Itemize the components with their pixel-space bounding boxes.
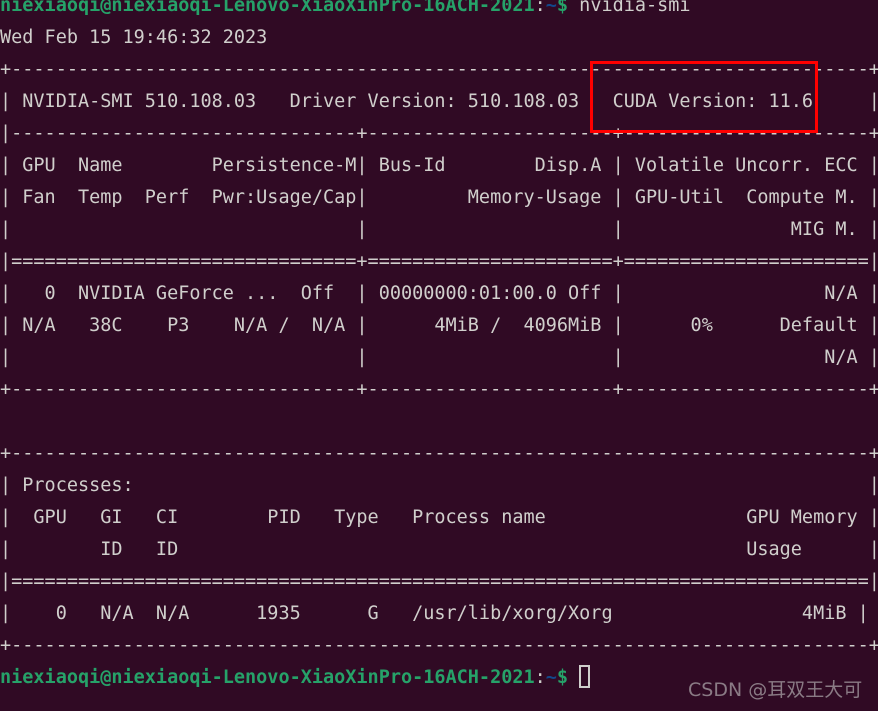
prompt-user-host: niexiaoqi@niexiaoqi-Lenovo-XiaoXinPro-16… (0, 0, 535, 16)
prompt-separator: : (534, 667, 546, 688)
terminal-output-line: |-------------------------------+-------… (0, 118, 878, 150)
output-text: | ID ID Usage | (0, 539, 878, 560)
terminal-prompt-line: niexiaoqi@niexiaoqi-Lenovo-XiaoXinPro-16… (0, 0, 878, 22)
terminal-output-line: +---------------------------------------… (0, 54, 878, 86)
prompt-user-host: niexiaoqi@niexiaoqi-Lenovo-XiaoXinPro-16… (0, 667, 535, 688)
terminal-output-line: | N/A 38C P3 N/A / N/A | 4MiB / 4096MiB … (0, 310, 878, 342)
output-text: |=======================================… (0, 571, 878, 592)
csdn-watermark: CSDN @耳双王大可 (688, 679, 863, 701)
prompt-separator: : (534, 0, 546, 16)
prompt-path: ~ (545, 0, 557, 16)
output-text: | 0 NVIDIA GeForce ... Off | 00000000:01… (0, 283, 878, 304)
output-text: | | | N/A | (0, 347, 878, 368)
terminal-output-line: +---------------------------------------… (0, 438, 878, 470)
terminal-output-line: +-------------------------------+-------… (0, 374, 878, 406)
terminal-output-line: | GPU GI CI PID Type Process name GPU Me… (0, 502, 878, 534)
terminal-output-line: | NVIDIA-SMI 510.108.03 Driver Version: … (0, 86, 878, 118)
output-text: | | | MIG M. | (0, 219, 878, 240)
terminal-output-line: | ID ID Usage | (0, 534, 878, 566)
terminal-output-line: | 0 NVIDIA GeForce ... Off | 00000000:01… (0, 278, 878, 310)
output-text: Wed Feb 15 19:46:32 2023 (0, 27, 268, 48)
output-text: | 0 N/A N/A 1935 G /usr/lib/xorg/Xorg 4M… (0, 603, 869, 624)
output-text: |===============================+=======… (0, 251, 878, 272)
terminal-output-line: |=======================================… (0, 566, 878, 598)
terminal-output-line: | GPU Name Persistence-M| Bus-Id Disp.A … (0, 150, 878, 182)
terminal-output-line: |===============================+=======… (0, 246, 878, 278)
terminal-window[interactable]: niexiaoqi@niexiaoqi-Lenovo-XiaoXinPro-16… (0, 0, 878, 711)
output-text: +-------------------------------+-------… (0, 379, 878, 400)
output-text: | N/A 38C P3 N/A / N/A | 4MiB / 4096MiB … (0, 315, 878, 336)
output-text: | GPU GI CI PID Type Process name GPU Me… (0, 507, 878, 528)
output-text: | Fan Temp Perf Pwr:Usage/Cap| Memory-Us… (0, 187, 878, 208)
terminal-output-line: | Fan Temp Perf Pwr:Usage/Cap| Memory-Us… (0, 182, 878, 214)
terminal-output-line: +---------------------------------------… (0, 630, 878, 662)
terminal-output-line: | 0 N/A N/A 1935 G /usr/lib/xorg/Xorg 4M… (0, 598, 878, 630)
terminal-output-line: | | | MIG M. | (0, 214, 878, 246)
terminal-output-line: Wed Feb 15 19:46:32 2023 (0, 22, 878, 54)
output-text: |-------------------------------+-------… (0, 123, 878, 144)
prompt-path: ~ (545, 667, 557, 688)
output-text: +---------------------------------------… (0, 635, 878, 656)
output-text: | GPU Name Persistence-M| Bus-Id Disp.A … (0, 155, 878, 176)
prompt-sigil: $ (556, 0, 569, 16)
output-text: +---------------------------------------… (0, 443, 878, 464)
output-text: | Processes: | (0, 475, 878, 496)
terminal-output-line: | Processes: | (0, 470, 878, 502)
prompt-sigil: $ (556, 667, 569, 688)
terminal-screen: niexiaoqi@niexiaoqi-Lenovo-XiaoXinPro-16… (0, 0, 878, 694)
terminal-command-text: nvidia-smi (568, 0, 691, 16)
terminal-output-line: | | | N/A | (0, 342, 878, 374)
output-text: | NVIDIA-SMI 510.108.03 Driver Version: … (0, 91, 878, 112)
text-cursor (579, 665, 591, 688)
output-text: +---------------------------------------… (0, 59, 878, 80)
